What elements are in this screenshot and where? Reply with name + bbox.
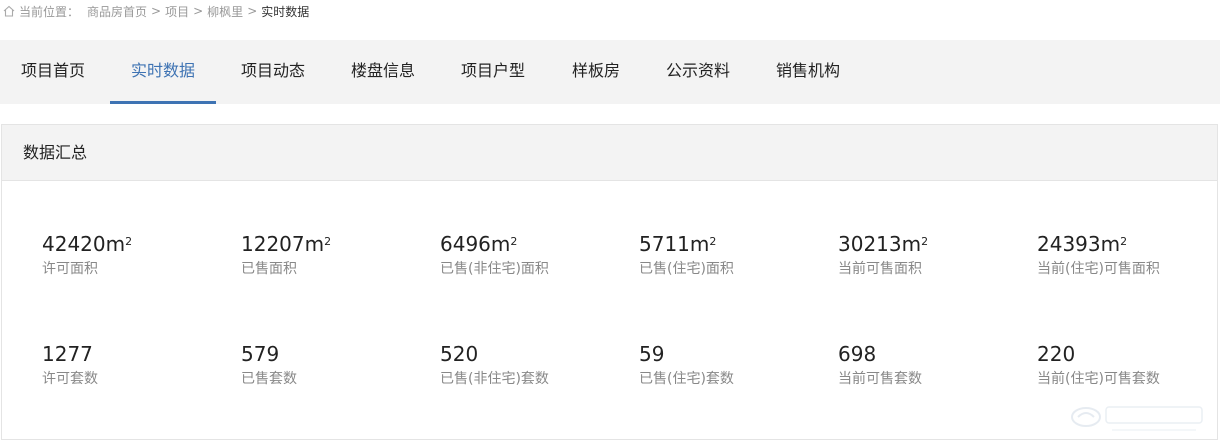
project-nav-bar: 项目首页 实时数据 项目动态 楼盘信息 项目户型 样板房 公示资料 销售机构	[0, 40, 1220, 104]
watermark-logo	[1071, 406, 1203, 431]
stat-available-residential-area: 24393m2 当前(住宅)可售面积	[1037, 233, 1160, 278]
stat-value: 6496m2	[440, 232, 518, 256]
stat-label: 已售(住宅)套数	[639, 371, 734, 387]
stat-value: 59	[639, 342, 665, 366]
stat-available-units: 698 当前可售套数	[838, 343, 922, 388]
stat-value: 520	[440, 342, 479, 366]
stat-value: 220	[1037, 342, 1076, 366]
tab-show-flat[interactable]: 样板房	[571, 40, 621, 104]
tab-public-documents[interactable]: 公示资料	[665, 40, 731, 104]
tab-building-info[interactable]: 楼盘信息	[350, 40, 416, 104]
stat-value: 24393m2	[1037, 232, 1128, 256]
breadcrumb-separator: >	[151, 4, 162, 18]
stat-label: 许可面积	[42, 261, 98, 277]
stat-available-area: 30213m2 当前可售面积	[838, 233, 928, 278]
tab-project-news[interactable]: 项目动态	[240, 40, 306, 104]
tab-floor-plans[interactable]: 项目户型	[460, 40, 526, 104]
stat-label: 当前(住宅)可售套数	[1037, 371, 1160, 387]
stat-label: 已售(住宅)面积	[639, 261, 734, 277]
stat-label: 已售面积	[241, 261, 297, 277]
stat-label: 已售(非住宅)套数	[440, 371, 549, 387]
panel-title: 数据汇总	[2, 125, 1217, 181]
stat-value: 1277	[42, 342, 93, 366]
stat-value: 42420m2	[42, 232, 133, 256]
stat-sold-residential-units: 59 已售(住宅)套数	[639, 343, 734, 388]
data-summary-panel: 数据汇总 42420m2 许可面积 12207m2 已售面积 6496m2 已售…	[1, 124, 1218, 440]
stat-sold-nonresidential-units: 520 已售(非住宅)套数	[440, 343, 549, 388]
stat-label: 已售套数	[241, 371, 297, 387]
stat-value: 579	[241, 342, 280, 366]
breadcrumb-separator: >	[247, 4, 258, 18]
active-tab-indicator	[110, 101, 216, 104]
tab-sales-agency[interactable]: 销售机构	[775, 40, 841, 104]
stat-available-residential-units: 220 当前(住宅)可售套数	[1037, 343, 1160, 388]
breadcrumb-link-home[interactable]: 商品房首页	[87, 3, 147, 20]
breadcrumb-link-project[interactable]: 项目	[165, 3, 189, 20]
stat-value: 12207m2	[241, 232, 332, 256]
tab-realtime-data[interactable]: 实时数据	[110, 40, 216, 104]
stat-sold-units: 579 已售套数	[241, 343, 297, 388]
stat-permitted-area: 42420m2 许可面积	[42, 233, 132, 278]
tab-project-home[interactable]: 项目首页	[20, 40, 86, 104]
stat-label: 当前(住宅)可售面积	[1037, 261, 1160, 277]
breadcrumb-link-liufengli[interactable]: 柳枫里	[207, 3, 243, 20]
stat-value: 698	[838, 342, 877, 366]
stat-sold-residential-area: 5711m2 已售(住宅)面积	[639, 233, 734, 278]
stat-sold-area: 12207m2 已售面积	[241, 233, 331, 278]
stat-sold-nonresidential-area: 6496m2 已售(非住宅)面积	[440, 233, 549, 278]
stat-value: 5711m2	[639, 232, 717, 256]
stat-permitted-units: 1277 许可套数	[42, 343, 98, 388]
breadcrumb-prefix: 当前位置：	[19, 4, 80, 19]
stat-value: 30213m2	[838, 232, 929, 256]
breadcrumb-current: 实时数据	[261, 4, 310, 19]
stat-label: 已售(非住宅)面积	[440, 261, 549, 277]
home-icon	[3, 5, 15, 17]
breadcrumb-separator: >	[193, 4, 204, 18]
stat-label: 当前可售套数	[838, 371, 922, 387]
stat-label: 当前可售面积	[838, 261, 922, 277]
breadcrumb: 当前位置： 商品房首页 > 项目 > 柳枫里 > 实时数据	[0, 0, 309, 22]
stat-label: 许可套数	[42, 371, 98, 387]
